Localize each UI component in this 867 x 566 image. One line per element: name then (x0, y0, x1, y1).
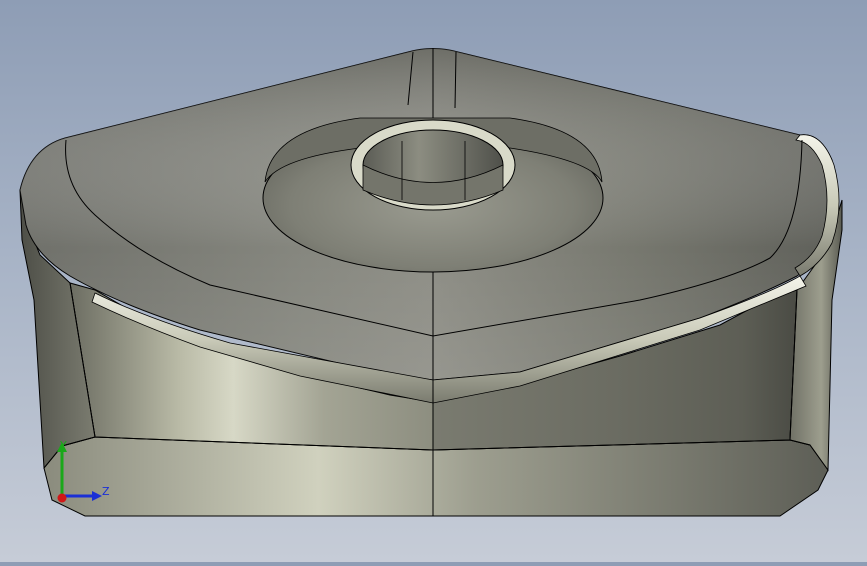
y-axis-label: Y (60, 439, 67, 452)
origin-dot (57, 493, 67, 503)
coordinate-triad: Y Z (44, 436, 124, 512)
z-axis-arrow (92, 491, 102, 501)
cad-viewport[interactable]: Y Z (0, 0, 867, 562)
z-axis-label: Z (102, 485, 110, 498)
part-model[interactable] (19, 48, 843, 517)
